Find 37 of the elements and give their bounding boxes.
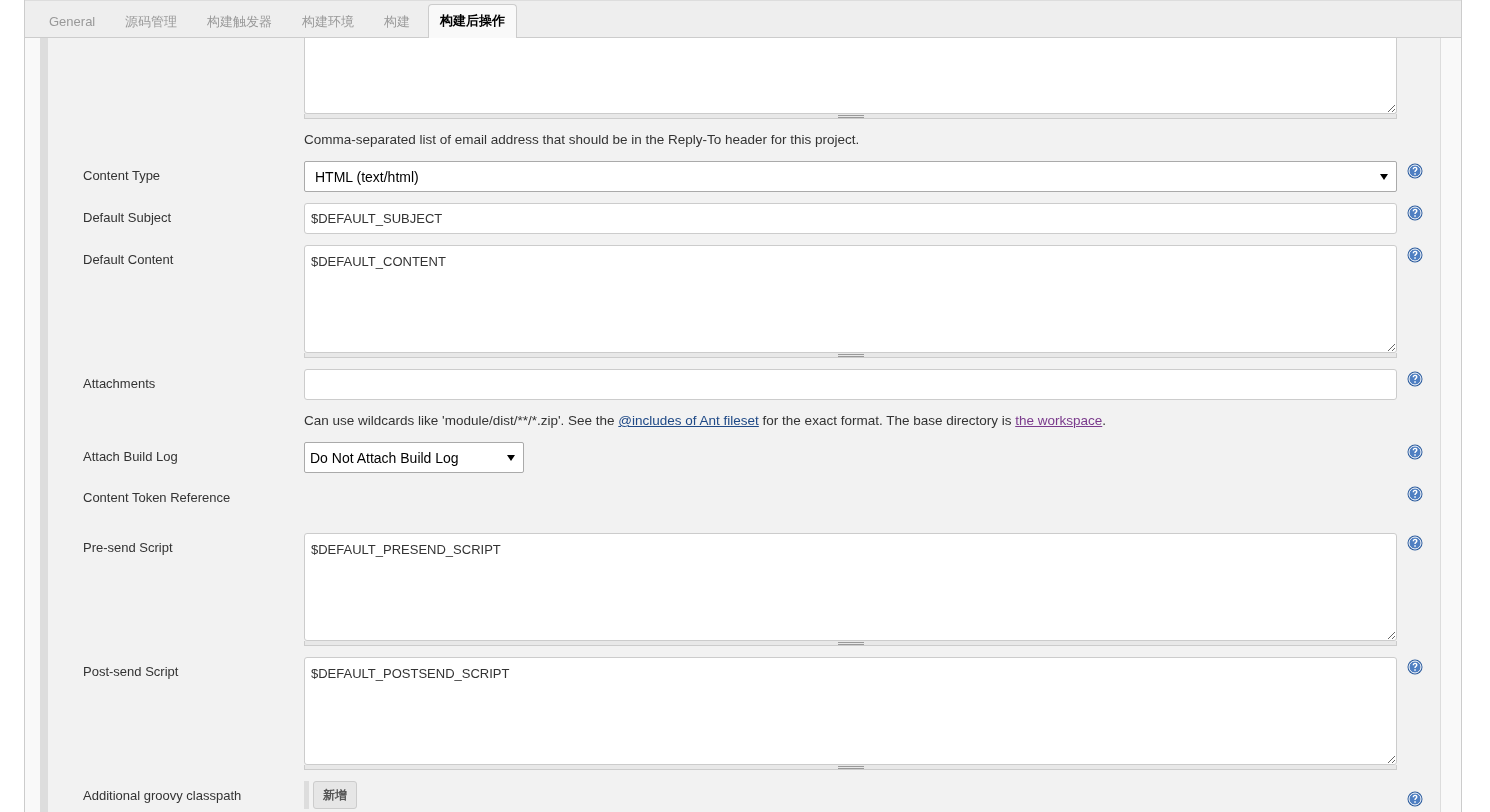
help-icon[interactable]: [1407, 659, 1423, 675]
field-label: Additional groovy classpath: [83, 787, 243, 804]
tab[interactable]: 构建后操作: [428, 4, 518, 38]
help-icon[interactable]: [1407, 163, 1423, 179]
text-field[interactable]: [304, 369, 1397, 400]
help-icon[interactable]: [1407, 535, 1423, 551]
field-label: Content Token Reference: [83, 489, 232, 506]
text-area[interactable]: $DEFAULT_CONTENT: [304, 245, 1397, 353]
help-icon[interactable]: [1407, 247, 1423, 263]
caret-icon: [1380, 173, 1388, 180]
field-label: Post-send Script: [83, 663, 180, 680]
resize-handle[interactable]: [304, 353, 1397, 358]
field-label: Content Type: [83, 167, 162, 184]
link[interactable]: the workspace: [1015, 413, 1103, 428]
help-icon[interactable]: [1407, 205, 1423, 221]
add-button[interactable]: 新增: [313, 781, 357, 809]
dropdown[interactable]: Do Not Attach Build Log: [304, 442, 524, 473]
text-area[interactable]: $DEFAULT_PRESEND_SCRIPT: [304, 533, 1397, 641]
help-icon[interactable]: [1407, 791, 1423, 807]
resize-handle[interactable]: [304, 114, 1397, 119]
help-text: Comma-separated list of email address that should be in the Reply-To header for this project.: [304, 131, 861, 149]
field-label: Default Content: [83, 251, 175, 268]
help-text: Can use wildcards like 'module/dist/**/*.zip'. See the @includes of Ant fileset for the exact format. The base directory is the workspace.: [304, 412, 1108, 430]
resize-handle[interactable]: [304, 641, 1397, 646]
field-label: Pre-send Script: [83, 539, 174, 556]
resize-handle[interactable]: [304, 765, 1397, 770]
link[interactable]: @includes of Ant fileset: [618, 413, 759, 428]
text-field[interactable]: $DEFAULT_SUBJECT: [304, 203, 1397, 234]
field-label: Attach Build Log: [83, 448, 179, 465]
field-label: Attachments: [83, 375, 157, 392]
help-icon[interactable]: [1407, 444, 1423, 460]
field-label: Default Subject: [83, 209, 173, 226]
dropdown[interactable]: HTML (text/html): [304, 161, 1397, 192]
help-icon[interactable]: [1407, 486, 1423, 502]
help-icon[interactable]: [1407, 371, 1423, 387]
caret-icon: [507, 454, 515, 461]
text-area[interactable]: $DEFAULT_POSTSEND_SCRIPT: [304, 657, 1397, 765]
